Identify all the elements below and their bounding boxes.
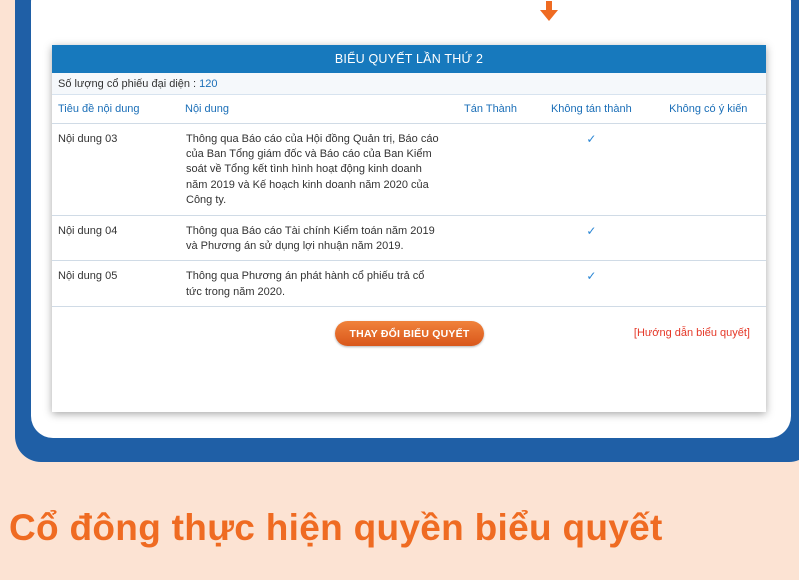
approve-cell[interactable]	[449, 260, 533, 308]
down-arrow-icon	[540, 1, 558, 21]
row-title: Nội dung 04	[52, 215, 179, 262]
header-title: Tiêu đề nội dung	[52, 95, 179, 124]
header-disapprove: Không tán thành	[532, 95, 651, 124]
voting-table: Tiêu đề nội dung Nội dung Tán Thành Khôn…	[52, 95, 766, 308]
panel-title: BIỂU QUYẾT LẦN THỨ 2	[52, 45, 766, 73]
panel-footer: THAY ĐỔI BIỂU QUYẾT [Hướng dẫn biểu quyế…	[52, 307, 766, 357]
header-approve: Tán Thành	[449, 95, 533, 124]
page-caption: Cổ đông thực hiện quyền biểu quyết	[9, 507, 663, 548]
change-vote-button[interactable]: THAY ĐỔI BIỂU QUYẾT	[335, 321, 484, 347]
header-no-opinion: Không có ý kiến	[650, 95, 766, 124]
table-row: Nội dung 03 Thông qua Báo cáo của Hội đồ…	[52, 123, 766, 216]
voting-panel: BIỂU QUYẾT LẦN THỨ 2 Số lượng cổ phiếu đ…	[52, 45, 766, 412]
no-opinion-cell[interactable]	[650, 123, 766, 216]
table-header-row: Tiêu đề nội dung Nội dung Tán Thành Khôn…	[52, 95, 766, 124]
shares-value: 120	[199, 78, 218, 90]
row-title: Nội dung 03	[52, 123, 179, 216]
no-opinion-cell[interactable]	[650, 260, 766, 308]
shares-info: Số lượng cổ phiếu đại diện : 120	[52, 73, 766, 95]
approve-cell[interactable]	[449, 215, 533, 262]
shares-label: Số lượng cổ phiếu đại diện :	[58, 78, 200, 90]
disapprove-check-icon[interactable]: ✓	[532, 215, 651, 262]
table-row: Nội dung 05 Thông qua Phương án phát hàn…	[52, 260, 766, 308]
voting-guide-link[interactable]: [Hướng dẫn biểu quyết]	[634, 327, 750, 339]
table-row: Nội dung 04 Thông qua Báo cáo Tài chính …	[52, 215, 766, 262]
approve-cell[interactable]	[449, 123, 533, 216]
disapprove-check-icon[interactable]: ✓	[532, 123, 651, 216]
row-content: Thông qua Báo cáo Tài chính Kiểm toán nă…	[179, 215, 449, 262]
row-title: Nội dung 05	[52, 260, 179, 308]
disapprove-check-icon[interactable]: ✓	[532, 260, 651, 308]
no-opinion-cell[interactable]	[650, 215, 766, 262]
header-content: Nội dung	[179, 95, 449, 124]
row-content: Thông qua Phương án phát hành cổ phiếu t…	[179, 260, 449, 308]
row-content: Thông qua Báo cáo của Hội đồng Quản trị,…	[179, 123, 449, 216]
